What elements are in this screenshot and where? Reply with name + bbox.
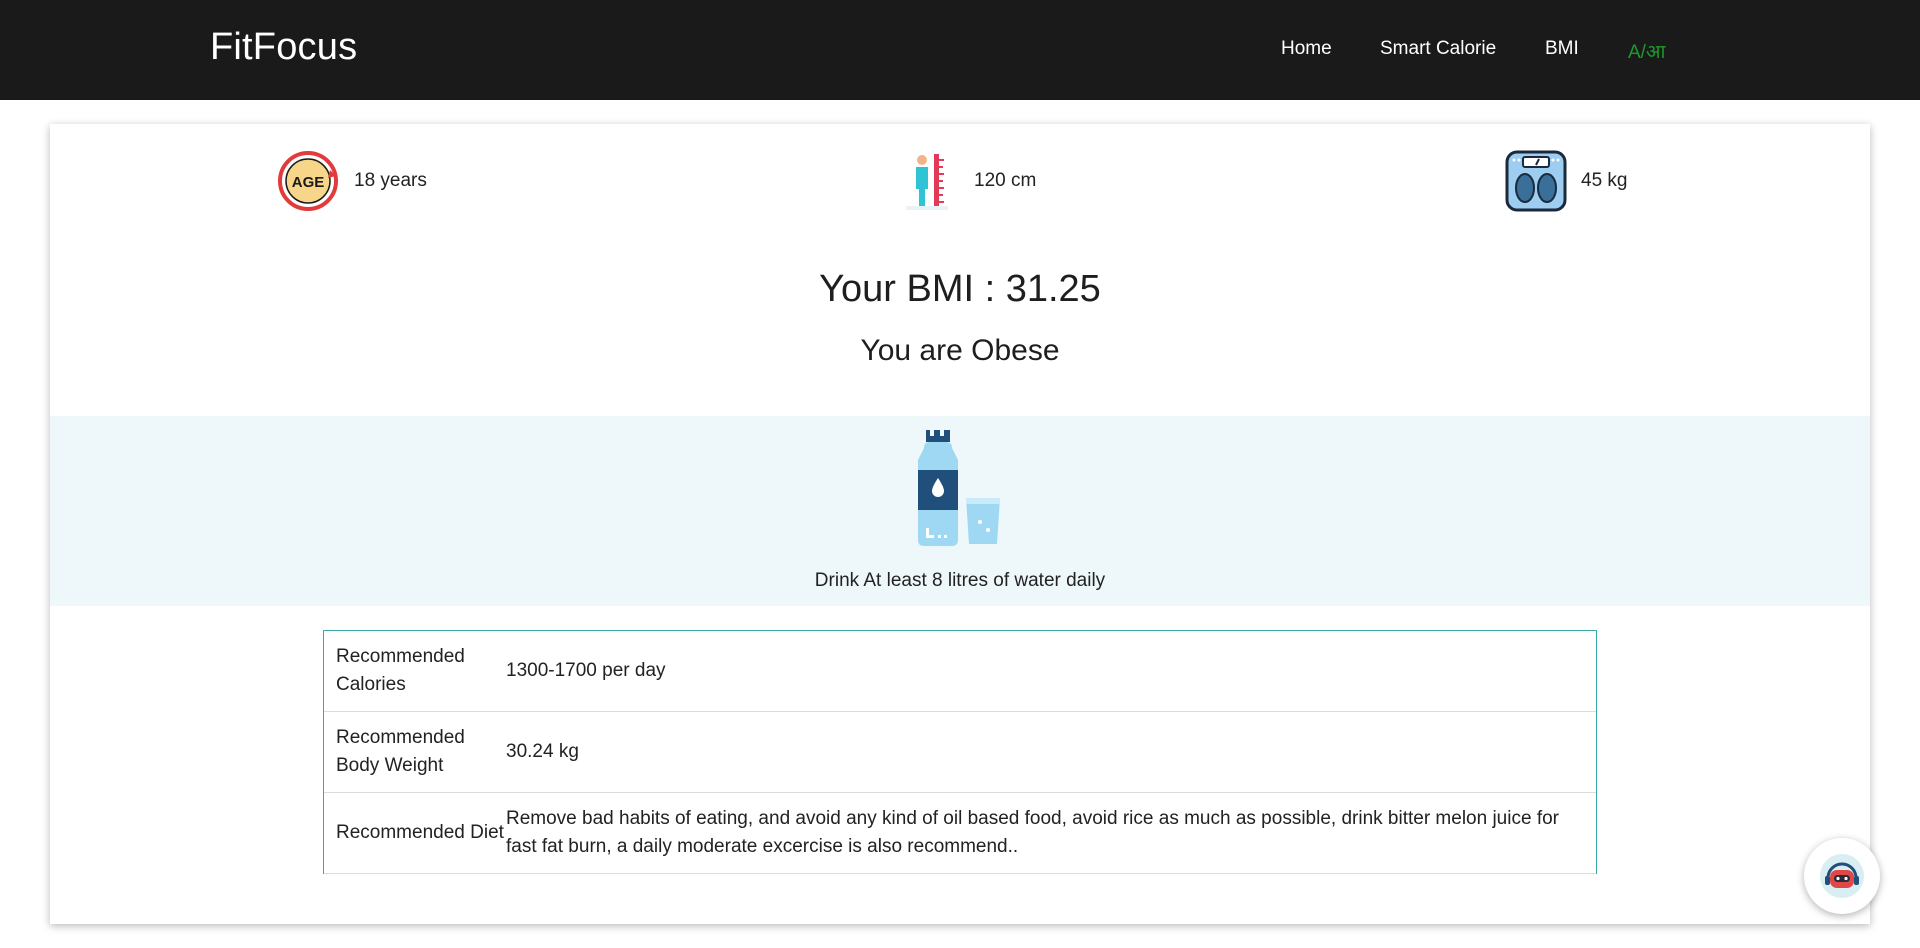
language-toggle[interactable]: A/आ bbox=[1628, 38, 1665, 64]
weight-stat: 45 kg bbox=[1505, 150, 1627, 212]
bmi-result-card: AGE 18 years 120 cm 45 kg Your BMI: 31.… bbox=[50, 124, 1870, 924]
height-measure-icon bbox=[906, 154, 948, 210]
age-stat: AGE 18 years bbox=[278, 150, 427, 212]
svg-text:AGE: AGE bbox=[292, 174, 325, 191]
table-row: Recommended Calories 1300-1700 per day bbox=[324, 631, 1596, 712]
table-row: Recommended Body Weight 30.24 kg bbox=[324, 712, 1596, 793]
water-tip-text: Drink At least 8 litres of water daily bbox=[814, 570, 1106, 591]
weight-value: 45 kg bbox=[1581, 170, 1628, 191]
nav-bmi-link[interactable]: BMI bbox=[1545, 38, 1579, 60]
nav-home-link[interactable]: Home bbox=[1281, 38, 1332, 60]
nav-smart-calorie-link[interactable]: Smart Calorie bbox=[1380, 38, 1496, 60]
age-value: 18 years bbox=[354, 170, 427, 191]
height-value: 120 cm bbox=[974, 170, 1037, 191]
row-label: Recommended Calories bbox=[336, 646, 465, 695]
row-value: 30.24 kg bbox=[506, 741, 579, 762]
water-bottle-icon bbox=[918, 430, 1000, 546]
water-tip-section: Drink At least 8 litres of water daily bbox=[50, 416, 1870, 606]
row-value: 1300-1700 per day bbox=[506, 660, 666, 681]
row-label: Recommended Diet bbox=[336, 822, 504, 843]
chatbot-icon bbox=[1820, 854, 1864, 898]
age-icon: AGE bbox=[278, 151, 338, 211]
chatbot-button[interactable] bbox=[1804, 838, 1880, 914]
bmi-value-heading: Your BMI : 31.25 bbox=[819, 268, 1101, 310]
row-label: Recommended Body Weight bbox=[336, 727, 465, 776]
table-row: Recommended Diet Remove bad habits of ea… bbox=[324, 793, 1596, 874]
weighing-scale-icon bbox=[1505, 150, 1567, 212]
bmi-status-text: You are Obese bbox=[860, 334, 1060, 367]
height-stat: 120 cm bbox=[898, 150, 1036, 212]
nav-links: Home Smart Calorie BMI A/आ bbox=[0, 38, 1920, 64]
recommendations-table: Recommended Calories 1300-1700 per day R… bbox=[323, 630, 1597, 874]
top-navbar: FitFocus Home Smart Calorie BMI A/आ bbox=[0, 0, 1920, 100]
row-value: Remove bad habits of eating, and avoid a… bbox=[506, 808, 1559, 857]
